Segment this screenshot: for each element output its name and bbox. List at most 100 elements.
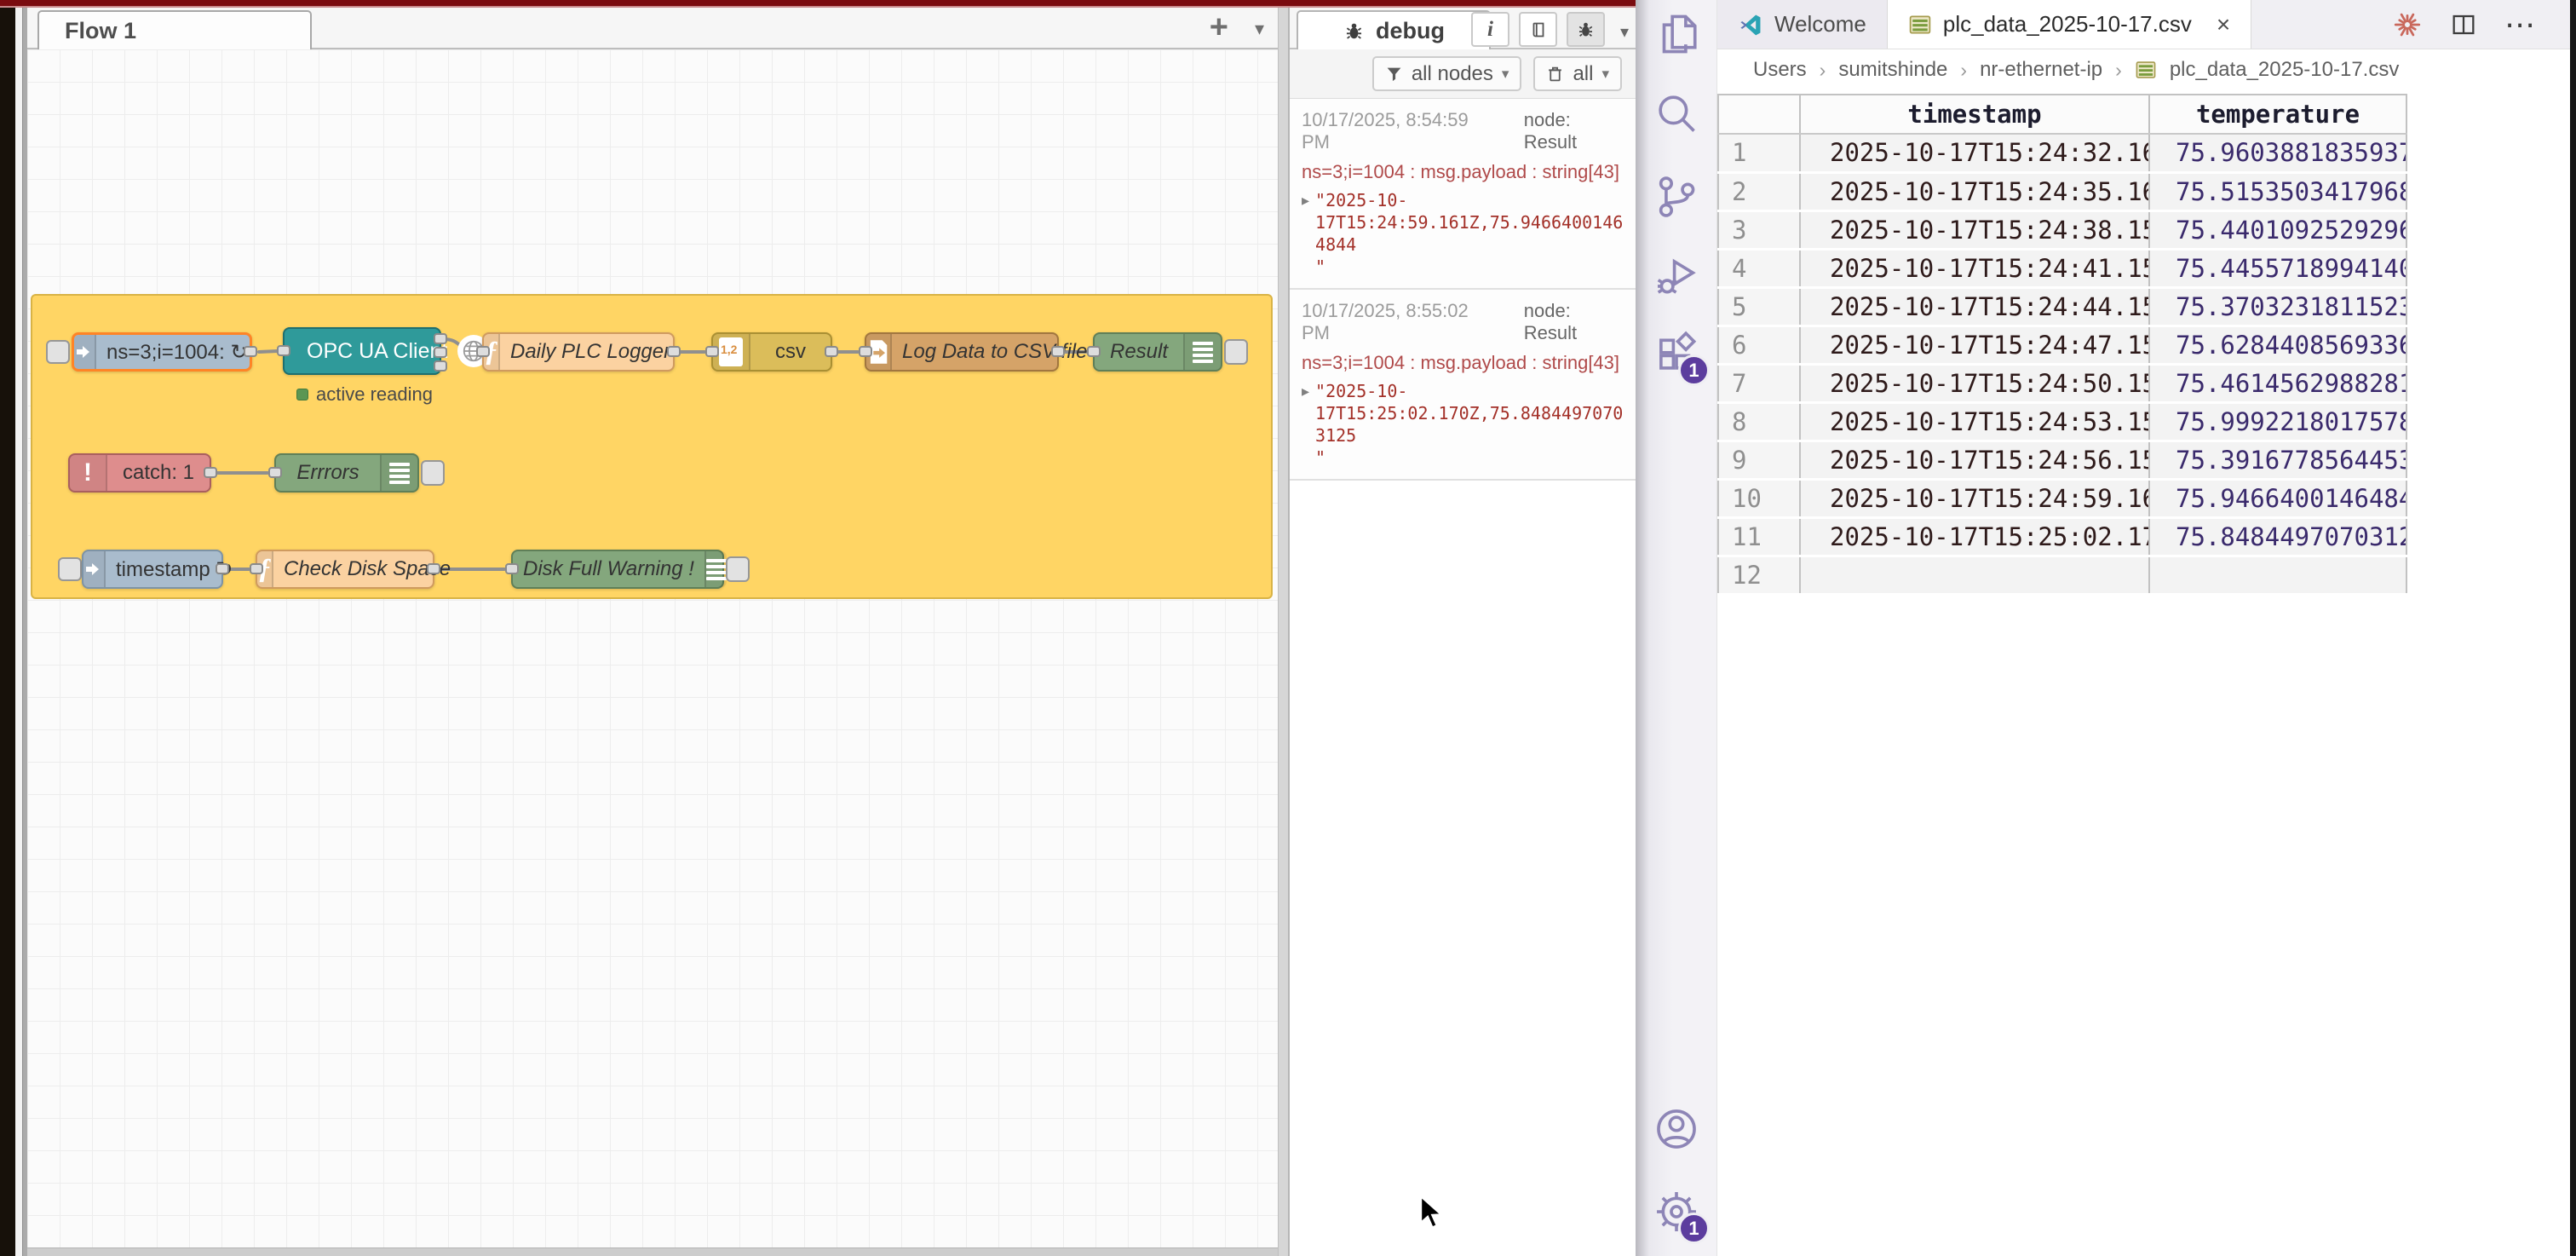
row-number-cell[interactable]: 5 bbox=[1718, 287, 1800, 326]
node-csv[interactable]: 1,2 csv bbox=[711, 332, 832, 372]
node-port[interactable] bbox=[250, 563, 263, 574]
help-button[interactable] bbox=[1519, 12, 1557, 47]
node-port[interactable] bbox=[277, 345, 290, 356]
expand-icon[interactable]: ▸ bbox=[1302, 380, 1309, 469]
expand-icon[interactable]: ▸ bbox=[1302, 189, 1309, 278]
node-debug-result[interactable]: Result bbox=[1093, 332, 1222, 372]
debug-toggle-button[interactable] bbox=[421, 460, 445, 486]
temperature-header[interactable]: temperature bbox=[2149, 95, 2406, 134]
row-number-cell[interactable]: 2 bbox=[1718, 172, 1800, 210]
clear-messages-button[interactable]: all ▾ bbox=[1533, 56, 1622, 91]
sidebar-item-source-control[interactable] bbox=[1636, 158, 1717, 236]
close-tab-button[interactable]: × bbox=[2217, 11, 2230, 38]
node-port[interactable] bbox=[825, 346, 838, 357]
temperature-cell[interactable]: 75.99922180175781 bbox=[2149, 402, 2406, 441]
add-flow-button[interactable]: + bbox=[1210, 9, 1228, 46]
node-port[interactable] bbox=[705, 346, 719, 357]
tab-flow-1[interactable]: Flow 1 bbox=[37, 10, 312, 49]
flow-canvas[interactable]: ns=3;i=1004: ↻ OPC UA Client active read… bbox=[27, 49, 1278, 1249]
row-number-cell[interactable]: 3 bbox=[1718, 210, 1800, 249]
temperature-cell[interactable]: 75.94664001464844 bbox=[2149, 479, 2406, 517]
debug-messages-button[interactable] bbox=[1567, 12, 1605, 47]
canvas-horizontal-scrollbar[interactable] bbox=[27, 1247, 1278, 1256]
timestamp-cell[interactable]: 2025-10-17T15:24:53.156Z bbox=[1800, 402, 2149, 441]
timestamp-header[interactable]: timestamp bbox=[1800, 95, 2149, 134]
debug-message-payload[interactable]: "2025-10- 17T15:24:59.161Z,75.9466400146… bbox=[1315, 189, 1623, 278]
tab-welcome[interactable]: Welcome bbox=[1717, 0, 1888, 49]
node-opcua-client[interactable]: OPC UA Client bbox=[283, 327, 441, 375]
temperature-cell[interactable]: 75.46145629882812 bbox=[2149, 364, 2406, 402]
more-actions-button[interactable]: ⋯ bbox=[2504, 7, 2537, 43]
timestamp-cell[interactable]: 2025-10-17T15:24:41.155Z bbox=[1800, 249, 2149, 287]
temperature-cell[interactable]: 75.84844970703125 bbox=[2149, 517, 2406, 556]
flow-tabs-menu-button[interactable]: ▾ bbox=[1255, 18, 1264, 40]
timestamp-cell[interactable]: 2025-10-17T15:24:35.163Z bbox=[1800, 172, 2149, 210]
sidebar-menu-button[interactable]: ▾ bbox=[1620, 21, 1629, 43]
timestamp-cell[interactable]: 2025-10-17T15:24:59.161Z bbox=[1800, 479, 2149, 517]
node-inject-plc[interactable]: ns=3;i=1004: ↻ bbox=[72, 332, 252, 372]
sidebar-item-account[interactable] bbox=[1636, 1090, 1717, 1168]
node-port[interactable] bbox=[1051, 346, 1065, 357]
timestamp-cell[interactable]: 2025-10-17T15:24:32.163Z bbox=[1800, 134, 2149, 172]
node-port[interactable] bbox=[434, 333, 447, 344]
node-port[interactable] bbox=[216, 563, 229, 574]
breadcrumb-item[interactable]: plc_data_2025-10-17.csv bbox=[2170, 58, 2400, 82]
timestamp-cell[interactable]: 2025-10-17T15:24:56.158Z bbox=[1800, 441, 2149, 479]
debug-message-payload[interactable]: "2025-10- 17T15:25:02.170Z,75.8484497070… bbox=[1315, 380, 1623, 469]
timestamp-cell[interactable]: 2025-10-17T15:24:50.157Z bbox=[1800, 364, 2149, 402]
debug-toggle-button[interactable] bbox=[726, 556, 750, 582]
node-inject-timestamp[interactable]: timestamp ↻ bbox=[82, 550, 223, 589]
sidebar-item-explorer[interactable] bbox=[1636, 0, 1717, 73]
row-number-cell[interactable]: 6 bbox=[1718, 326, 1800, 364]
filter-nodes-button[interactable]: all nodes ▾ bbox=[1372, 56, 1522, 91]
row-number-cell[interactable]: 1 bbox=[1718, 134, 1800, 172]
node-debug-disk-full[interactable]: Disk Full Warning ! bbox=[511, 550, 724, 589]
row-number-cell[interactable]: 7 bbox=[1718, 364, 1800, 402]
sidebar-item-run-debug[interactable] bbox=[1636, 238, 1717, 316]
node-port[interactable] bbox=[505, 563, 519, 574]
sidebar-item-search[interactable] bbox=[1636, 74, 1717, 153]
temperature-cell[interactable]: 75.44557189941406 bbox=[2149, 249, 2406, 287]
timestamp-cell[interactable]: 2025-10-17T15:24:38.153Z bbox=[1800, 210, 2149, 249]
row-number-cell[interactable]: 9 bbox=[1718, 441, 1800, 479]
palette-divider[interactable] bbox=[22, 8, 27, 1256]
row-number-cell[interactable]: 12 bbox=[1718, 556, 1800, 594]
node-port[interactable] bbox=[434, 347, 447, 358]
node-debug-errors[interactable]: Errrors bbox=[274, 453, 419, 493]
row-number-cell[interactable]: 10 bbox=[1718, 479, 1800, 517]
row-number-cell[interactable]: 4 bbox=[1718, 249, 1800, 287]
timestamp-cell[interactable]: 2025-10-17T15:24:44.152Z bbox=[1800, 287, 2149, 326]
inject-trigger-button[interactable] bbox=[46, 340, 70, 364]
split-editor-button[interactable] bbox=[2450, 11, 2477, 38]
node-port[interactable] bbox=[476, 346, 490, 357]
node-port[interactable] bbox=[1087, 346, 1101, 357]
tab-csv-file[interactable]: plc_data_2025-10-17.csv × bbox=[1888, 0, 2251, 49]
node-port[interactable] bbox=[204, 467, 217, 478]
starburst-icon[interactable] bbox=[2392, 9, 2423, 40]
breadcrumb-item[interactable]: nr-ethernet-ip bbox=[1980, 58, 2102, 82]
node-catch[interactable]: ! catch: 1 bbox=[68, 453, 211, 493]
node-port[interactable] bbox=[859, 346, 872, 357]
node-port[interactable] bbox=[268, 467, 282, 478]
tab-debug[interactable]: debug bbox=[1297, 10, 1491, 49]
row-number-cell[interactable]: 8 bbox=[1718, 402, 1800, 441]
canvas-vertical-scrollbar[interactable] bbox=[1278, 8, 1289, 1256]
timestamp-cell[interactable]: 2025-10-17T15:24:47.155Z bbox=[1800, 326, 2149, 364]
node-info-button[interactable]: i bbox=[1471, 12, 1509, 47]
debug-toggle-button[interactable] bbox=[1224, 339, 1248, 365]
temperature-cell[interactable]: 75.6284408569336 bbox=[2149, 326, 2406, 364]
row-number-cell[interactable]: 11 bbox=[1718, 517, 1800, 556]
node-file-write[interactable]: Log Data to CSV file bbox=[865, 332, 1059, 372]
temperature-cell[interactable] bbox=[2149, 556, 2406, 594]
inject-trigger-button[interactable] bbox=[58, 557, 82, 581]
timestamp-cell[interactable]: 2025-10-17T15:25:02.170Z bbox=[1800, 517, 2149, 556]
temperature-cell[interactable]: 75.51535034179688 bbox=[2149, 172, 2406, 210]
sidebar-item-extensions[interactable]: 1 bbox=[1636, 314, 1717, 393]
temperature-cell[interactable]: 75.39167785644531 bbox=[2149, 441, 2406, 479]
temperature-cell[interactable]: 75.96038818359375 bbox=[2149, 134, 2406, 172]
breadcrumb-item[interactable]: sumitshinde bbox=[1838, 58, 1947, 82]
node-port[interactable] bbox=[434, 360, 447, 372]
sidebar-item-settings[interactable]: 1 bbox=[1636, 1172, 1717, 1251]
node-daily-plc-logger[interactable]: ƒ Daily PLC Logger bbox=[482, 332, 675, 372]
timestamp-cell[interactable] bbox=[1800, 556, 2149, 594]
